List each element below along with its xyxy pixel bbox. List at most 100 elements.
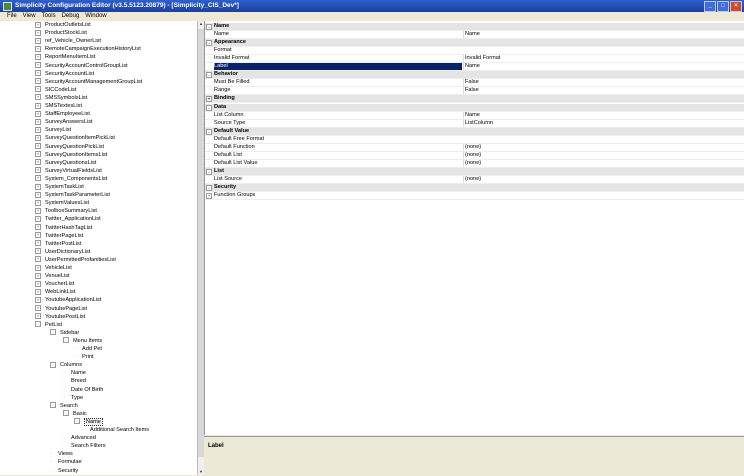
expand-icon[interactable]: + — [35, 313, 41, 320]
tree-node[interactable]: + YoutubePostList — [35, 313, 85, 321]
expand-icon[interactable]: + — [206, 96, 212, 103]
expand-icon[interactable]: + — [35, 305, 41, 312]
tree-node[interactable]: · Advanced — [63, 434, 96, 442]
tree-node[interactable]: · Formulae — [50, 458, 82, 466]
collapse-icon[interactable]: - — [50, 329, 56, 336]
tree-node[interactable]: + ReportMenuItemList — [35, 53, 95, 61]
menu-view[interactable]: View — [20, 12, 39, 21]
tree-node[interactable]: + UserPermittedProfanitiesList — [35, 256, 116, 264]
tree-node[interactable]: + SMSTextesList — [35, 102, 82, 110]
tree-node[interactable]: + SecurityAccountList — [35, 70, 94, 78]
tree-node[interactable]: + ref_Vehicle_OwnerList — [35, 37, 101, 45]
property-value[interactable]: (none) — [463, 175, 744, 183]
expand-icon[interactable]: + — [35, 264, 41, 271]
tree-node[interactable]: + SurveyQuestionsList — [35, 159, 96, 167]
expand-icon[interactable]: + — [35, 224, 41, 231]
tree-node[interactable]: · Add Pet — [74, 345, 102, 353]
property-value[interactable]: False — [463, 87, 744, 95]
property-value[interactable]: (none) — [463, 159, 744, 167]
property-value[interactable]: ListColumn — [463, 119, 744, 127]
tree-node[interactable]: - PetList — [35, 321, 62, 329]
tree-node[interactable]: + TwitterPageList — [35, 232, 83, 240]
tree-node[interactable]: - Menu Items — [63, 337, 102, 345]
property-row[interactable]: Default Free Format — [205, 136, 744, 144]
property-value[interactable]: (none) — [463, 143, 744, 151]
tree-node[interactable]: + UserDictionaryList — [35, 248, 90, 256]
menu-tools[interactable]: Tools — [39, 12, 59, 21]
property-row[interactable]: Invalid Format Invalid Format — [205, 55, 744, 64]
expand-icon[interactable]: + — [35, 248, 41, 255]
collapse-icon[interactable]: - — [206, 24, 212, 30]
menu-file[interactable]: File — [4, 12, 20, 21]
property-value[interactable]: Invalid Format — [463, 55, 744, 63]
expand-icon[interactable]: + — [35, 280, 41, 287]
tree-node[interactable]: + SecurityAccountManagementGroupList — [35, 78, 142, 86]
tree-node[interactable]: + ProductStockList — [35, 29, 87, 37]
expand-icon[interactable]: + — [35, 199, 41, 206]
tree-node[interactable]: + TwitterHashTagList — [35, 224, 92, 232]
expand-icon[interactable]: + — [35, 175, 41, 182]
tree-node[interactable]: - Search — [50, 402, 78, 410]
tree-node[interactable]: + SurveyVirtualFieldsList — [35, 167, 102, 175]
tree-node[interactable]: + SystemTaskParameterList — [35, 191, 110, 199]
menu-debug[interactable]: Debug — [59, 12, 83, 21]
tree-node[interactable]: · Breed — [63, 377, 86, 385]
property-category[interactable]: - Appearance — [205, 39, 744, 48]
tree-node[interactable]: + ToolboxSummaryList — [35, 207, 97, 215]
expand-icon[interactable]: + — [35, 272, 41, 279]
property-value[interactable]: (none) — [463, 151, 744, 159]
tree-node[interactable]: + SurveyList — [35, 126, 71, 134]
menu-window[interactable]: Window — [82, 12, 109, 21]
property-category[interactable]: - Name — [205, 23, 744, 31]
expand-icon[interactable]: + — [35, 70, 41, 77]
tree-node[interactable]: + SurveyQuestionItemsList — [35, 151, 107, 159]
expand-icon[interactable]: + — [35, 37, 41, 44]
expand-icon[interactable]: + — [35, 151, 41, 158]
collapse-icon[interactable]: - — [63, 410, 69, 417]
expand-icon[interactable]: + — [35, 296, 41, 303]
expand-icon[interactable]: + — [35, 110, 41, 117]
tree-node[interactable]: · Type — [63, 394, 83, 402]
expand-icon[interactable]: + — [35, 240, 41, 247]
tree-node[interactable]: + SurveyQuestionPickList — [35, 143, 104, 151]
expand-icon[interactable]: + — [35, 21, 41, 28]
collapse-icon[interactable]: - — [63, 337, 69, 344]
expand-icon[interactable]: + — [35, 102, 41, 109]
tree-node[interactable]: + SurveyQuestionItemPickList — [35, 134, 115, 142]
expand-icon[interactable]: + — [35, 207, 41, 214]
config-tree[interactable]: + ProductOutletsList + ProductStockList + ref… — [0, 21, 198, 475]
property-value[interactable]: Name — [463, 63, 744, 71]
tree-node[interactable]: · Additional Search Items — [82, 426, 149, 434]
tree-node[interactable]: · Views — [50, 450, 73, 458]
property-row[interactable]: Default List (none) — [205, 151, 744, 160]
property-category[interactable]: - Behavior — [205, 71, 744, 80]
tree-node[interactable]: + TwitterPostList — [35, 240, 81, 248]
property-row[interactable]: Default Function (none) — [205, 143, 744, 152]
tree-node[interactable]: + System_ComponentsList — [35, 175, 107, 183]
tree-node[interactable]: - Sidebar — [50, 329, 79, 337]
collapse-icon[interactable]: - — [206, 185, 212, 191]
tree-node[interactable]: · Date Of Birth — [63, 386, 103, 394]
expand-icon[interactable]: + — [35, 215, 41, 222]
property-category[interactable]: + Binding — [205, 95, 744, 104]
collapse-icon[interactable]: - — [50, 361, 56, 368]
tree-node[interactable]: + ProductOutletsList — [35, 21, 91, 29]
tree-node[interactable]: + WebLinkList — [35, 288, 75, 296]
tree-node[interactable]: · Search Filters — [63, 442, 106, 450]
expand-icon[interactable]: + — [35, 256, 41, 263]
tree-node[interactable]: - Name — [74, 417, 103, 426]
expand-icon[interactable]: + — [35, 94, 41, 101]
expand-icon[interactable]: + — [35, 62, 41, 69]
tree-node[interactable]: + SecurityAccountControlGroupList — [35, 62, 128, 70]
tree-node[interactable]: + SICCodeList — [35, 86, 76, 94]
tree-node[interactable]: + YoutubePageList — [35, 305, 87, 313]
property-grid[interactable]: - Name Name Name - Appearance Format Invalid Fo… — [204, 21, 744, 435]
expand-icon[interactable]: + — [35, 29, 41, 36]
property-value[interactable]: False — [463, 79, 744, 87]
expand-icon[interactable]: + — [35, 159, 41, 166]
expand-icon[interactable]: + — [35, 134, 41, 141]
property-category[interactable]: - Data — [205, 103, 744, 112]
property-category[interactable]: - List — [205, 167, 744, 176]
tree-node[interactable]: · Security — [50, 467, 78, 475]
expand-icon[interactable]: + — [35, 126, 41, 133]
